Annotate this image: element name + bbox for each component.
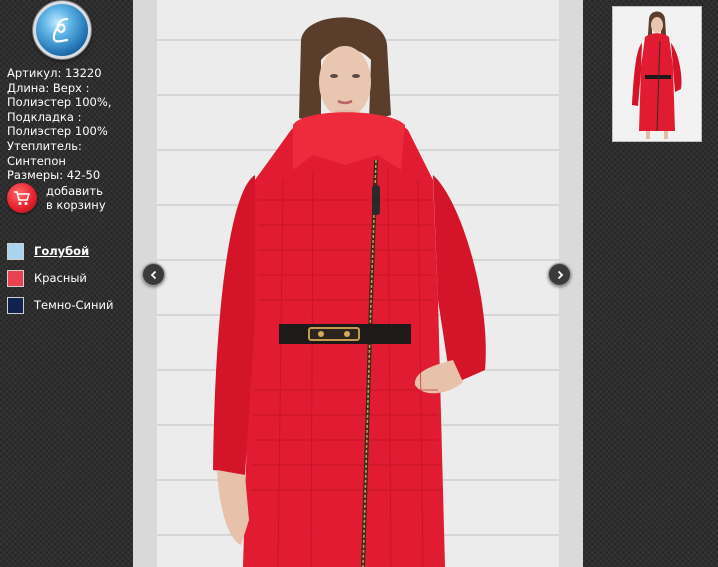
- lining-line: Подкладка :: [7, 109, 82, 124]
- insulation-material-line: Синтепон: [7, 153, 66, 168]
- script-l-logo-icon: [52, 17, 69, 43]
- sizes-line: Размеры: 42-50: [7, 168, 101, 183]
- color-swatch: [7, 296, 24, 314]
- add-to-cart-label-line2: в корзину: [46, 198, 106, 212]
- color-options: Голубой Красный Темно-Синий: [7, 242, 113, 323]
- product-details: Артикул: 13220 Длина: Верх : Полиэстер 1…: [7, 66, 127, 183]
- lining-material-line: Полиэстер 100%: [7, 124, 108, 139]
- color-swatch: [7, 242, 24, 260]
- color-option-light-blue[interactable]: Голубой: [7, 242, 113, 260]
- article-line: Артикул: 13220: [7, 66, 102, 80]
- product-main-image: [133, 0, 583, 567]
- color-option-red[interactable]: Красный: [7, 269, 113, 287]
- chevron-left-icon: [150, 270, 156, 279]
- color-swatch: [7, 269, 24, 287]
- top-material-line: Полиэстер 100%,: [7, 95, 112, 110]
- chevron-right-icon: [557, 270, 563, 279]
- add-to-cart-button[interactable]: добавить в корзину: [7, 183, 106, 213]
- product-thumbnail[interactable]: [612, 6, 702, 142]
- color-label: Красный: [34, 271, 87, 285]
- color-label: Голубой: [34, 244, 90, 258]
- color-label: Темно-Синий: [34, 298, 114, 312]
- brand-logo[interactable]: [33, 1, 91, 59]
- prev-image-button[interactable]: [142, 263, 165, 286]
- thumbnail-image: [613, 7, 701, 141]
- next-image-button[interactable]: [548, 263, 571, 286]
- insulation-line: Утеплитель:: [7, 138, 82, 153]
- color-option-dark-blue[interactable]: Темно-Синий: [7, 296, 113, 314]
- length-line: Длина: Верх :: [7, 80, 90, 95]
- add-to-cart-label-line1: добавить: [46, 184, 103, 198]
- brick-wall-background: [133, 0, 583, 567]
- cart-icon: [7, 183, 37, 213]
